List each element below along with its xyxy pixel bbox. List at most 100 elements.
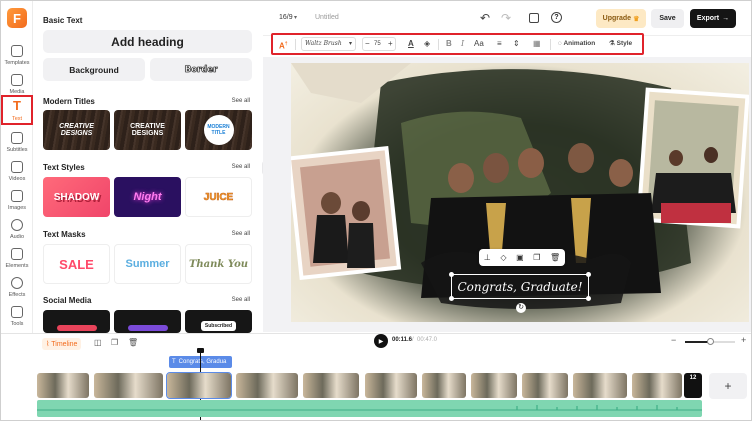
timeline-clip-10[interactable] bbox=[573, 373, 627, 398]
social-tile-2[interactable] bbox=[114, 310, 181, 333]
export-button[interactable]: Export → bbox=[690, 9, 736, 28]
save-button[interactable]: Save bbox=[651, 9, 684, 28]
rail-item-images[interactable]: Images bbox=[2, 184, 32, 216]
delete-icon[interactable]: 🗑 bbox=[550, 253, 560, 262]
social-tile-1[interactable] bbox=[43, 310, 110, 333]
zoom-in-icon[interactable]: + bbox=[741, 335, 746, 345]
zoom-slider-knob[interactable] bbox=[707, 338, 714, 345]
resize-handle[interactable] bbox=[449, 272, 454, 277]
border-button[interactable]: Border bbox=[150, 58, 252, 81]
ai-text-icon[interactable]: A† bbox=[279, 38, 288, 53]
resize-handle[interactable] bbox=[586, 272, 591, 277]
resize-handle[interactable] bbox=[586, 296, 591, 301]
timeline-clip-2[interactable] bbox=[94, 373, 163, 398]
timeline-clip-1[interactable] bbox=[37, 373, 89, 398]
text-mask-sale[interactable]: SALE bbox=[43, 244, 110, 284]
align-bottom-icon[interactable]: ⊥ bbox=[484, 253, 491, 262]
font-size-value[interactable]: 75 bbox=[374, 38, 381, 50]
undo-icon[interactable]: ↶ bbox=[480, 11, 490, 25]
modern-title-tile-3[interactable]: MODERN TITLE bbox=[185, 110, 252, 150]
modern-title-tile-2[interactable]: CREATIVE DESIGNS bbox=[114, 110, 181, 150]
text-style-juice[interactable]: JUICE bbox=[185, 177, 252, 217]
style-button[interactable]: ⚗ Style bbox=[609, 38, 632, 50]
decrease-size-button[interactable]: − bbox=[365, 38, 370, 50]
text-mask-summer[interactable]: Summer bbox=[114, 244, 181, 284]
project-name[interactable]: Untitled bbox=[315, 14, 339, 21]
playhead-handle[interactable] bbox=[197, 348, 204, 353]
ratio-selector[interactable]: 16/9 bbox=[279, 14, 293, 21]
text-styles-heading: Text Styles bbox=[43, 163, 85, 172]
timeline-clip-4[interactable] bbox=[236, 373, 298, 398]
rail-item-elements[interactable]: Elements bbox=[2, 242, 32, 274]
copy-icon[interactable]: ❐ bbox=[111, 338, 118, 347]
text-case-button[interactable]: Aa bbox=[474, 38, 484, 50]
rail-item-tools[interactable]: Tools bbox=[2, 300, 32, 332]
rail-label: Elements bbox=[5, 262, 29, 269]
increase-size-button[interactable]: + bbox=[388, 38, 393, 50]
text-style-shadow[interactable]: SHADOW bbox=[43, 177, 110, 217]
chevron-down-icon[interactable]: ▾ bbox=[294, 14, 297, 21]
opacity-icon[interactable]: ▦ bbox=[533, 38, 541, 50]
line-spacing-icon[interactable]: ⇕ bbox=[513, 38, 520, 50]
caption-text[interactable]: Congrats, Graduate! bbox=[457, 280, 582, 294]
text-mask-thank-you[interactable]: Thank You bbox=[185, 244, 252, 284]
rotate-icon[interactable]: ↻ bbox=[516, 303, 526, 313]
timeline-clip-3[interactable] bbox=[166, 372, 232, 399]
audio-waveform bbox=[37, 405, 702, 411]
split-icon[interactable]: ◫ bbox=[94, 338, 102, 347]
modern-title-tile-1[interactable]: CREATIVE DESIGNS bbox=[43, 110, 110, 150]
see-all-social-media[interactable]: See all bbox=[232, 297, 250, 303]
background-button[interactable]: Background bbox=[43, 58, 145, 81]
rail-item-audio[interactable]: Audio bbox=[2, 213, 32, 245]
social-media-heading: Social Media bbox=[43, 296, 92, 305]
timeline-clip-9[interactable] bbox=[522, 373, 568, 398]
align-icon[interactable]: ≡ bbox=[497, 38, 502, 50]
highlight-color-icon[interactable]: ◈ bbox=[424, 38, 430, 50]
zoom-out-icon[interactable]: − bbox=[671, 335, 676, 345]
add-heading-button[interactable]: Add heading bbox=[43, 30, 252, 53]
rail-item-videos[interactable]: Videos bbox=[2, 155, 32, 187]
rail-label: Effects bbox=[8, 291, 26, 298]
social-tile-3[interactable]: Subscribed bbox=[185, 310, 252, 333]
resize-handle[interactable] bbox=[449, 296, 454, 301]
duplicate-icon[interactable]: ❐ bbox=[533, 253, 540, 262]
rail-item-media[interactable]: Media bbox=[2, 68, 32, 100]
bold-button[interactable]: B bbox=[446, 38, 452, 50]
audio-track[interactable] bbox=[37, 400, 702, 417]
timeline-clip-6[interactable] bbox=[365, 373, 417, 398]
rail-item-effects[interactable]: Effects bbox=[2, 271, 32, 303]
timeline-clip-5[interactable] bbox=[303, 373, 359, 398]
see-all-text-styles[interactable]: See all bbox=[232, 164, 250, 170]
video-canvas[interactable]: ⊥ ◇ ▣ ❐ 🗑 Congrats, Graduate! ↻ bbox=[291, 63, 749, 322]
rail-item-subtitles[interactable]: Subtitles bbox=[2, 126, 32, 158]
add-clip-button[interactable]: + bbox=[709, 373, 747, 399]
timeline-toggle[interactable]: ⌇ Timeline bbox=[42, 338, 82, 350]
rail-item-text[interactable]: T Text bbox=[1, 95, 33, 125]
preview-icon[interactable] bbox=[529, 13, 539, 23]
divider bbox=[438, 39, 439, 50]
timeline-clip-7[interactable] bbox=[422, 373, 466, 398]
upgrade-button[interactable]: Upgrade ♛ bbox=[596, 9, 646, 28]
timeline-clip-8[interactable] bbox=[471, 373, 517, 398]
arrow-right-icon: → bbox=[722, 15, 730, 22]
timeline-icon: ⌇ bbox=[46, 341, 50, 348]
layers-icon[interactable]: ◇ bbox=[500, 253, 506, 262]
trash-icon[interactable]: 🗑 bbox=[128, 338, 138, 347]
redo-icon[interactable]: ↷ bbox=[501, 11, 511, 25]
lock-icon[interactable]: ▣ bbox=[516, 253, 524, 262]
animation-button[interactable]: ◌ Animation bbox=[558, 38, 595, 50]
see-all-modern-titles[interactable]: See all bbox=[232, 98, 250, 104]
text-color-icon[interactable]: A bbox=[408, 38, 414, 50]
rail-label: Audio bbox=[9, 233, 25, 240]
text-style-night[interactable]: Night bbox=[114, 177, 181, 217]
rail-item-templates[interactable]: Templates bbox=[2, 39, 32, 71]
zoom-slider[interactable] bbox=[685, 338, 735, 345]
media-icon bbox=[11, 73, 23, 86]
play-button[interactable]: ▶ bbox=[374, 334, 388, 348]
see-all-text-masks[interactable]: See all bbox=[232, 231, 250, 237]
help-icon[interactable]: ? bbox=[551, 12, 562, 23]
italic-button[interactable]: I bbox=[461, 38, 464, 50]
font-family-select[interactable]: Waltz Brush bbox=[301, 37, 356, 51]
caption-selection-box[interactable]: Congrats, Graduate! bbox=[449, 272, 591, 301]
timeline-clip-11[interactable] bbox=[632, 373, 682, 398]
